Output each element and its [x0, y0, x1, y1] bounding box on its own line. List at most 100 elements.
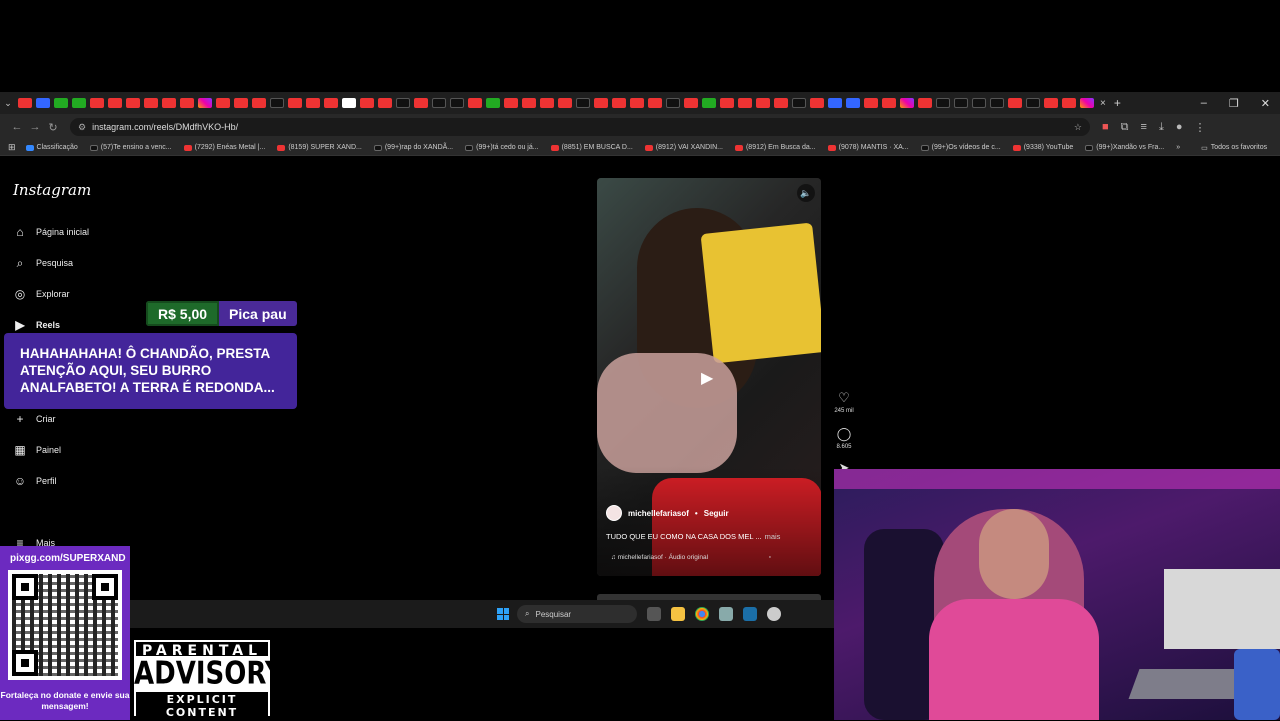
browser-tab[interactable]: [1062, 98, 1076, 108]
browser-tab[interactable]: [666, 98, 680, 108]
browser-tab[interactable]: [918, 98, 932, 108]
bookmark-item[interactable]: (7292) Enéas Metal |...: [183, 144, 265, 151]
browser-tab[interactable]: [288, 98, 302, 108]
browser-tab[interactable]: [450, 98, 464, 108]
browser-tab[interactable]: [972, 98, 986, 108]
follow-button[interactable]: Seguir: [704, 509, 729, 518]
chrome-icon[interactable]: [695, 607, 709, 621]
browser-tab[interactable]: [936, 98, 950, 108]
browser-tab[interactable]: [864, 98, 878, 108]
browser-tab[interactable]: [324, 98, 338, 108]
browser-tab[interactable]: [522, 98, 536, 108]
like-action[interactable]: ♡ 245 mil: [830, 390, 858, 414]
browser-tab[interactable]: [810, 98, 824, 108]
browser-tab[interactable]: [900, 98, 914, 108]
browser-tab[interactable]: [396, 98, 410, 108]
bookmark-item[interactable]: (99+)Os vídeos de c...: [920, 144, 1001, 151]
browser-tab[interactable]: [702, 98, 716, 108]
windows-start-icon[interactable]: [497, 608, 509, 620]
bookmark-item[interactable]: (8851) EM BUSCA D...: [550, 144, 633, 151]
comment-icon[interactable]: ◯: [830, 426, 858, 442]
bookmark-item[interactable]: (9338) YouTube: [1012, 144, 1073, 151]
browser-tab[interactable]: [990, 98, 1004, 108]
browser-tab[interactable]: [144, 98, 158, 108]
site-info-icon[interactable]: ⚙: [78, 122, 86, 133]
bookmark-item[interactable]: Classificação: [25, 144, 78, 151]
browser-tab[interactable]: [432, 98, 446, 108]
browser-tab[interactable]: [198, 98, 212, 108]
browser-tab[interactable]: [882, 98, 896, 108]
reload-icon[interactable]: ↻: [44, 121, 62, 134]
browser-tab[interactable]: [468, 98, 482, 108]
tab-list-chevron-icon[interactable]: ⌄: [0, 98, 16, 109]
maximize-icon[interactable]: ❐: [1229, 97, 1239, 110]
bookmark-item[interactable]: (8912) VAI XANDIN...: [644, 144, 723, 151]
browser-tab[interactable]: [126, 98, 140, 108]
browser-tab[interactable]: [306, 98, 320, 108]
nav-reels[interactable]: ▶ Reels: [13, 318, 60, 332]
browser-tab[interactable]: [1008, 98, 1022, 108]
taskbar-search[interactable]: ⌕ Pesquisar: [517, 605, 637, 623]
nav-profile[interactable]: ☺ Perfil: [13, 474, 57, 488]
comment-action[interactable]: ◯ 8.605: [830, 426, 858, 450]
browser-tab[interactable]: [846, 98, 860, 108]
bookmark-item[interactable]: (99+)rap do XANDÃ...: [373, 144, 453, 151]
close-tab-icon[interactable]: ×: [1100, 98, 1106, 109]
mute-icon[interactable]: 🔈: [797, 184, 815, 202]
bookmarks-folder[interactable]: » ▭ Todos os favoritos: [1176, 144, 1275, 152]
bookmark-item[interactable]: (8912) Em Busca da...: [734, 144, 816, 151]
extension-icon[interactable]: ■: [1102, 121, 1109, 134]
browser-tab[interactable]: [720, 98, 734, 108]
steam-icon[interactable]: [743, 607, 757, 621]
browser-tab[interactable]: [360, 98, 374, 108]
browser-tab[interactable]: [180, 98, 194, 108]
browser-tab[interactable]: [612, 98, 626, 108]
heart-icon[interactable]: ♡: [830, 390, 858, 406]
nav-dashboard[interactable]: ▦ Painel: [13, 443, 61, 457]
minimize-icon[interactable]: –: [1201, 97, 1207, 110]
reel-video[interactable]: 🔈 ▶ michellefariasof • Seguir TUDO QUE E…: [597, 178, 821, 576]
instagram-logo[interactable]: Instagram: [13, 181, 91, 199]
obs-icon[interactable]: [767, 607, 781, 621]
media-controls-icon[interactable]: ≡: [1141, 121, 1147, 134]
browser-tab[interactable]: [1026, 98, 1040, 108]
reel-audio[interactable]: ♫ michellefariasof · Áudio original ▫: [611, 554, 771, 561]
chevron-right-double-icon[interactable]: »: [1176, 144, 1180, 151]
browser-tab[interactable]: [738, 98, 752, 108]
browser-tab[interactable]: [270, 98, 284, 108]
nav-search[interactable]: ⌕ Pesquisa: [13, 256, 73, 270]
caption-more-link[interactable]: mais: [765, 532, 781, 541]
bookmark-item[interactable]: (8159) SUPER XAND...: [277, 144, 362, 151]
download-icon[interactable]: ⤓: [1159, 121, 1164, 134]
browser-tab[interactable]: [486, 98, 500, 108]
settings-icon[interactable]: [719, 607, 733, 621]
bookmark-item[interactable]: (99+)tá cedo ou já...: [465, 144, 539, 151]
browser-tab[interactable]: [378, 98, 392, 108]
browser-tab[interactable]: [36, 98, 50, 108]
task-view-icon[interactable]: [647, 607, 661, 621]
forward-icon[interactable]: →: [26, 121, 44, 133]
browser-tab[interactable]: [1044, 98, 1058, 108]
apps-grid-icon[interactable]: ⊞: [8, 142, 16, 153]
nav-create[interactable]: + Criar: [13, 412, 55, 426]
bookmark-star-icon[interactable]: ☆: [1074, 122, 1082, 133]
browser-tab[interactable]: [252, 98, 266, 108]
file-explorer-icon[interactable]: [671, 607, 685, 621]
browser-tab[interactable]: [684, 98, 698, 108]
extensions-puzzle-icon[interactable]: ⧉: [1121, 121, 1129, 134]
browser-tab[interactable]: [72, 98, 86, 108]
back-icon[interactable]: ←: [8, 121, 26, 133]
browser-tab[interactable]: [90, 98, 104, 108]
address-bar[interactable]: ⚙ instagram.com/reels/DMdfhVKO-Hb/ ☆: [70, 118, 1090, 136]
browser-tab[interactable]: [216, 98, 230, 108]
browser-tab[interactable]: [234, 98, 248, 108]
profile-avatar-icon[interactable]: ●: [1176, 121, 1183, 134]
browser-tab[interactable]: [630, 98, 644, 108]
browser-tab[interactable]: [576, 98, 590, 108]
reel-username[interactable]: michellefariasof: [628, 509, 689, 518]
browser-tab[interactable]: [108, 98, 122, 108]
bookmark-item[interactable]: (99+)Xandão vs Fra...: [1085, 144, 1164, 151]
avatar[interactable]: [606, 505, 622, 521]
nav-explore[interactable]: ◎ Explorar: [13, 287, 70, 301]
browser-tab[interactable]: [1080, 98, 1094, 108]
